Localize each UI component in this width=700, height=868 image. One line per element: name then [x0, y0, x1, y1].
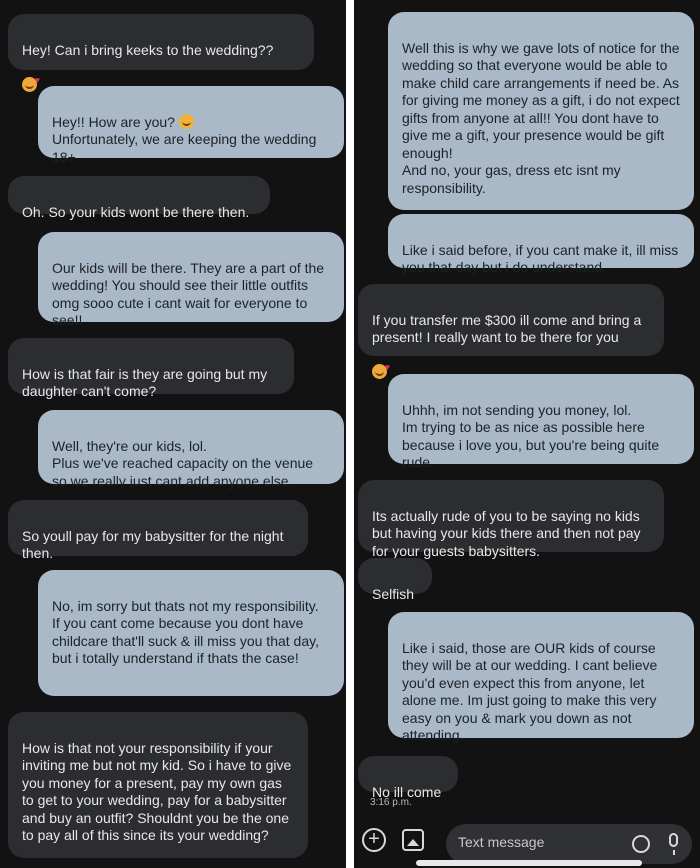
message-timestamp: 3:16 p.m.	[370, 797, 412, 808]
message-text: So youll pay for my babysitter for the n…	[22, 527, 284, 562]
add-icon[interactable]: +	[362, 828, 386, 852]
message-text: How is that not your responsibility if y…	[22, 739, 292, 844]
message-text: Well this is why we gave lots of notice …	[402, 39, 680, 196]
message-bubble-incoming[interactable]: How is that fair is they are going but m…	[8, 338, 294, 399]
message-bubble-outgoing[interactable]: Our kids will be there. They are a part …	[38, 232, 344, 328]
message-bubble-incoming[interactable]: How is that not your responsibility if y…	[8, 712, 308, 858]
message-bubble-incoming[interactable]: Oh. So your kids wont be there then.	[8, 176, 270, 220]
message-text: Hey!! How are you?	[52, 113, 179, 130]
message-bubble-incoming[interactable]: So youll pay for my babysitter for the n…	[8, 500, 308, 561]
message-text: Oh. So your kids wont be there then.	[22, 203, 250, 220]
mic-icon[interactable]	[669, 833, 678, 855]
compose-bar: +	[354, 820, 700, 868]
message-text: No, im sorry but thats not my responsibi…	[52, 597, 319, 667]
gallery-icon[interactable]	[402, 829, 424, 851]
message-bubble-outgoing[interactable]: No, im sorry but thats not my responsibi…	[38, 570, 344, 696]
message-bubble-outgoing[interactable]: Uhhh, im not sending you money, lol. Im …	[388, 374, 694, 470]
navigation-handle[interactable]	[416, 860, 642, 866]
message-text: Well, they're our kids, lol. Plus we've …	[52, 437, 314, 489]
right-conversation-panel: Well this is why we gave lots of notice …	[354, 0, 700, 868]
message-input[interactable]	[458, 834, 608, 850]
message-bubble-outgoing[interactable]: Well, they're our kids, lol. Plus we've …	[38, 410, 344, 489]
message-text: Its actually rude of you to be saying no…	[372, 507, 641, 559]
message-text: Uhhh, im not sending you money, lol. Im …	[402, 401, 660, 471]
message-bubble-incoming[interactable]: If you transfer me $300 ill come and bri…	[358, 284, 664, 379]
message-text: Like i said, those are OUR kids of cours…	[402, 639, 658, 744]
emoji-icon[interactable]	[632, 835, 650, 853]
message-text: Our kids will be there. They are a part …	[52, 259, 325, 329]
message-bubble-outgoing[interactable]: Like i said, those are OUR kids of cours…	[388, 612, 694, 743]
message-input-field[interactable]	[446, 824, 692, 864]
message-bubble-outgoing[interactable]: Well this is why we gave lots of notice …	[388, 12, 694, 210]
message-text: How is that fair is they are going but m…	[22, 365, 268, 400]
hugging-face-emoji-icon	[372, 359, 390, 379]
message-bubble-incoming[interactable]: Selfish	[358, 558, 432, 602]
message-text: Unfortunately, we are keeping the weddin…	[52, 131, 317, 165]
left-conversation-panel: Hey! Can i bring keeks to the wedding?? …	[0, 0, 346, 868]
hugging-face-emoji-icon	[22, 72, 40, 92]
smiling-face-emoji-icon	[178, 113, 194, 129]
message-text: Hey! Can i bring keeks to the wedding??	[22, 41, 274, 58]
message-bubble-outgoing[interactable]: Like i said before, if you cant make it,…	[388, 214, 694, 275]
message-bubble-incoming[interactable]: Hey! Can i bring keeks to the wedding??	[8, 14, 314, 92]
message-text: Like i said before, if you cant make it,…	[402, 241, 679, 276]
message-bubble-incoming[interactable]: No ill come	[358, 756, 458, 800]
message-bubble-outgoing[interactable]: Hey!! How are you? Unfortunately, we are…	[38, 86, 344, 165]
message-text: If you transfer me $300 ill come and bri…	[372, 311, 642, 346]
message-bubble-incoming[interactable]: Its actually rude of you to be saying no…	[358, 480, 664, 559]
message-text: Selfish	[372, 585, 415, 602]
